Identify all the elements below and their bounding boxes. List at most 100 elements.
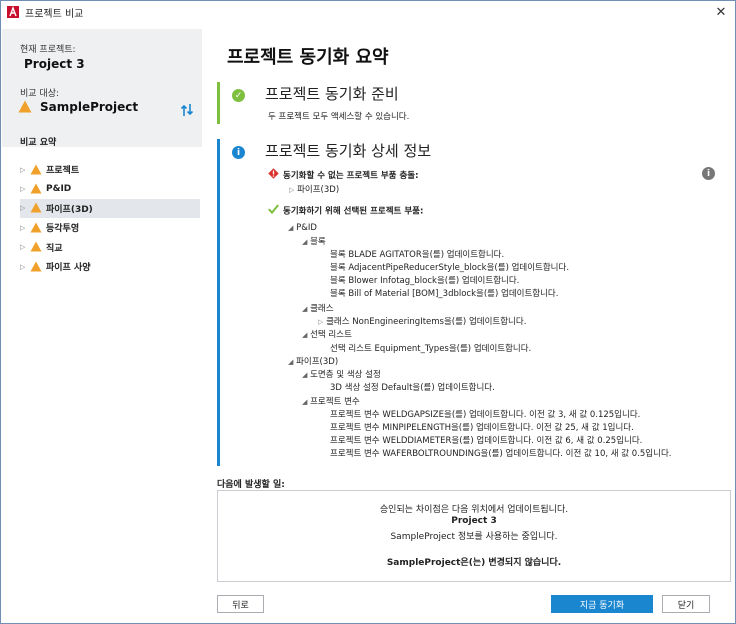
window-title: 프로젝트 비교 <box>25 8 84 20</box>
autocad-logo-icon <box>7 6 19 18</box>
close-window-button[interactable]: ✕ <box>711 3 731 21</box>
section-subtitle: 두 프로젝트 모두 액세스할 수 있습니다. <box>268 112 410 122</box>
tree-item-pid[interactable]: ◢ P&ID <box>288 223 317 234</box>
expand-arrow-icon[interactable]: ▷ <box>289 186 294 194</box>
close-button[interactable]: 닫기 <box>662 595 710 613</box>
warning-icon <box>30 222 44 234</box>
info-icon[interactable]: i <box>702 167 715 180</box>
next-line-2: Project 3 <box>451 516 497 526</box>
collapse-arrow-icon[interactable]: ◢ <box>302 238 307 246</box>
back-button[interactable]: 뒤로 <box>217 595 264 613</box>
tree-item-label: 파이프(3D) <box>296 357 339 367</box>
tree-item-conflict[interactable]: ▷ 파이프(3D) <box>289 185 339 196</box>
sidebar-item-label: 등각투영 <box>46 224 80 235</box>
sidebar: 현재 프로젝트: Project 3 비교 대상: SampleProject … <box>2 24 202 623</box>
expand-arrow-icon[interactable]: ▷ <box>20 185 30 193</box>
tree-item-label: 프로젝트 변수 <box>310 397 360 407</box>
project-info-box: 현재 프로젝트: Project 3 비교 대상: SampleProject <box>2 29 202 147</box>
compare-summary-list: ▷ 프로젝트 ▷ P&ID ▷ 파이프(3D) ▷ 등각투영 ▷ 직교 ▷ 파이… <box>20 160 200 276</box>
collapse-arrow-icon[interactable]: ◢ <box>302 305 307 313</box>
tree-leaf: 3D 색상 설정 Default을(를) 업데이트합니다. <box>330 383 495 393</box>
compare-summary-title: 비교 요약 <box>20 138 57 148</box>
expand-arrow-icon[interactable]: ▷ <box>20 166 30 174</box>
section-accent-bar <box>217 139 220 466</box>
tree-item-label: 블록 <box>310 237 326 247</box>
sidebar-item-isometric[interactable]: ▷ 등각투영 <box>20 218 200 237</box>
expand-arrow-icon[interactable]: ▷ <box>20 243 30 251</box>
conflict-header-row: 동기화할 수 없는 프로젝트 부품 충돌: <box>268 168 419 183</box>
sidebar-item-label: 직교 <box>46 243 63 254</box>
conflict-header-label: 동기화할 수 없는 프로젝트 부품 충돌: <box>283 171 419 181</box>
next-line-1: 승인되는 차이점은 다음 위치에서 업데이트됩니다. <box>379 505 569 515</box>
collapse-arrow-icon[interactable]: ◢ <box>288 224 293 232</box>
collapse-arrow-icon[interactable]: ◢ <box>302 398 307 406</box>
sidebar-item-ortho[interactable]: ▷ 직교 <box>20 238 200 257</box>
tree-item-label: 선택 리스트 <box>310 330 352 340</box>
sidebar-item-pid[interactable]: ▷ P&ID <box>20 179 200 198</box>
tree-item-label: 파이프(3D) <box>297 185 340 195</box>
tree-item-label: P&ID <box>296 223 317 233</box>
tree-item-label: 클래스 <box>310 304 334 314</box>
compare-project-label: 비교 대상: <box>20 89 60 99</box>
selected-header-row: 동기화하기 위해 선택된 프로젝트 부품: <box>268 204 423 218</box>
swap-projects-icon[interactable] <box>180 103 194 117</box>
section-accent-bar <box>217 82 220 124</box>
sidebar-item-project[interactable]: ▷ 프로젝트 <box>20 160 200 179</box>
tree-item-project-vars[interactable]: ◢ 프로젝트 변수 <box>302 397 360 408</box>
expand-arrow-icon[interactable]: ▷ <box>20 204 30 212</box>
tree-item-label: 클래스 NonEngineeringItems을(를) 업데이트합니다. <box>326 317 527 327</box>
collapse-arrow-icon[interactable]: ◢ <box>302 331 307 339</box>
section-title: 프로젝트 동기화 준비 <box>265 85 399 103</box>
next-line-4: SampleProject은(는) 변경되지 않습니다. <box>386 558 562 568</box>
expand-arrow-icon[interactable]: ▷ <box>20 263 30 271</box>
main-panel: 프로젝트 동기화 요약 ✓ 프로젝트 동기화 준비 두 프로젝트 모두 액세스할… <box>203 24 735 623</box>
warning-icon <box>30 261 44 273</box>
next-steps-box: 승인되는 차이점은 다음 위치에서 업데이트됩니다. Project 3 Sam… <box>217 490 731 582</box>
sync-now-button[interactable]: 지금 동기화 <box>551 595 653 613</box>
tree-leaf: 선택 리스트 Equipment_Types을(를) 업데이트합니다. <box>330 344 532 354</box>
collapse-arrow-icon[interactable]: ◢ <box>302 371 307 379</box>
tree-leaf: 프로젝트 변수 WELDGAPSIZE을(를) 업데이트합니다. 이전 값 3,… <box>330 410 641 420</box>
tree-item-label: 도면층 및 색상 설정 <box>310 370 381 380</box>
sync-ready-section: ✓ 프로젝트 동기화 준비 두 프로젝트 모두 액세스할 수 있습니다. <box>217 82 732 132</box>
expand-arrow-icon[interactable]: ▷ <box>20 224 30 232</box>
warning-icon <box>30 183 44 195</box>
tree-leaf: 프로젝트 변수 MINPIPELENGTH을(를) 업데이트합니다. 이전 값 … <box>330 423 634 433</box>
next-line-3: SampleProject 정보를 사용하는 중입니다. <box>390 532 558 542</box>
warning-icon <box>30 164 44 176</box>
next-steps-label: 다음에 발생할 일: <box>217 480 285 490</box>
warning-icon <box>30 202 44 214</box>
tree-item-pipe3d[interactable]: ◢ 파이프(3D) <box>288 357 338 368</box>
project-compare-dialog: 프로젝트 비교 ✕ 현재 프로젝트: Project 3 비교 대상: Samp… <box>0 0 736 624</box>
collapse-arrow-icon[interactable]: ◢ <box>288 358 293 366</box>
title-bar: 프로젝트 비교 ✕ <box>1 1 735 23</box>
error-diamond-icon <box>268 168 279 183</box>
current-project-label: 현재 프로젝트: <box>20 45 76 55</box>
tree-leaf: 프로젝트 변수 WELDDIAMETER을(를) 업데이트합니다. 이전 값 6… <box>330 436 643 446</box>
info-circle-icon: i <box>232 146 245 159</box>
check-circle-icon: ✓ <box>232 89 245 102</box>
tree-leaf: 프로젝트 변수 WAFERBOLTROUNDING을(를) 업데이트합니다. 이… <box>330 449 672 459</box>
warning-icon <box>18 100 32 113</box>
tree-leaf: 블록 Bill of Material [BOM]_3dblock을(를) 업데… <box>330 289 559 299</box>
sidebar-item-label: P&ID <box>46 184 72 195</box>
warning-icon <box>30 241 44 253</box>
tree-leaf: 블록 BLADE AGITATOR을(를) 업데이트합니다. <box>330 250 505 260</box>
tree-leaf: 블록 Blower Infotag_block을(를) 업데이트합니다. <box>330 276 520 286</box>
checkmark-icon <box>268 204 279 218</box>
expand-arrow-icon[interactable]: ▷ <box>318 318 323 326</box>
sidebar-item-pipe-spec[interactable]: ▷ 파이프 사양 <box>20 257 200 276</box>
section-title: 프로젝트 동기화 상세 정보 <box>265 142 432 160</box>
compare-project-name: SampleProject <box>40 100 139 114</box>
tree-item-block[interactable]: ◢ 블록 <box>302 237 326 248</box>
sidebar-item-pipe3d[interactable]: ▷ 파이프(3D) <box>20 198 200 219</box>
tree-item-class-leaf[interactable]: ▷ 클래스 NonEngineeringItems을(를) 업데이트합니다. <box>318 317 526 328</box>
sidebar-item-label: 프로젝트 <box>46 166 80 177</box>
tree-leaf: 블록 AdjacentPipeReducerStyle_block을(를) 업데… <box>330 263 570 273</box>
sidebar-item-label: 파이프 사양 <box>46 263 91 274</box>
tree-item-layer-color[interactable]: ◢ 도면층 및 색상 설정 <box>302 370 381 381</box>
page-title: 프로젝트 동기화 요약 <box>227 47 389 68</box>
tree-item-selection-list[interactable]: ◢ 선택 리스트 <box>302 330 352 341</box>
tree-item-class[interactable]: ◢ 클래스 <box>302 304 334 315</box>
selected-header-label: 동기화하기 위해 선택된 프로젝트 부품: <box>283 206 424 217</box>
